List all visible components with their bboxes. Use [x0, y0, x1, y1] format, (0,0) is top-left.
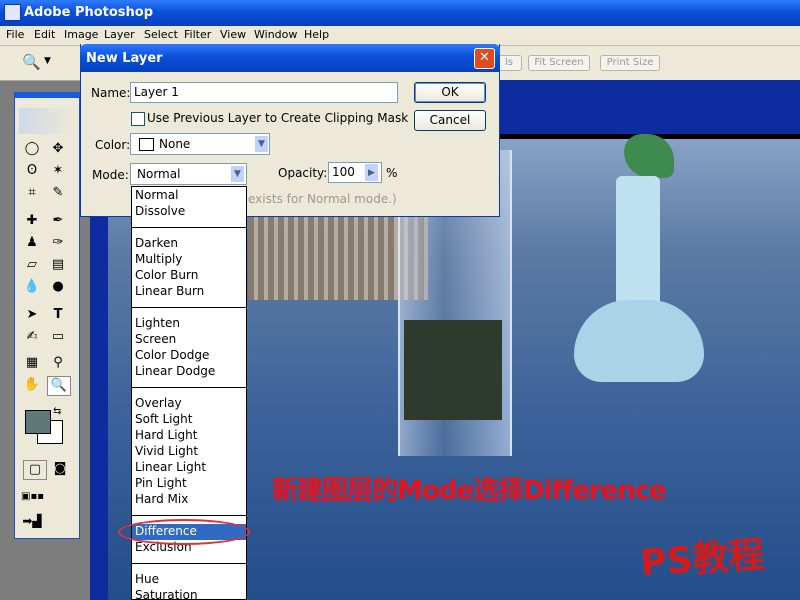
- eyedropper-icon[interactable]: ⚲: [47, 354, 69, 372]
- menu-filter[interactable]: Filter: [184, 28, 211, 41]
- move-tool-icon[interactable]: ✥: [47, 140, 69, 158]
- name-input[interactable]: Layer 1: [130, 82, 398, 103]
- mode-option[interactable]: Screen: [135, 332, 176, 346]
- separator: [132, 563, 246, 564]
- menu-view[interactable]: View: [220, 28, 246, 41]
- mode-option[interactable]: Linear Light: [135, 460, 206, 474]
- ok-button[interactable]: OK: [414, 82, 486, 103]
- feather-logo: [19, 108, 75, 134]
- blur-tool-icon[interactable]: 💧: [21, 278, 43, 296]
- mode-option[interactable]: Hard Light: [135, 428, 197, 442]
- clone-stamp-icon[interactable]: ♟: [21, 234, 43, 252]
- watermark-logo: PS教程: [638, 534, 766, 585]
- zoom-tool-icon[interactable]: 🔍: [47, 376, 71, 396]
- mode-option[interactable]: Linear Burn: [135, 284, 204, 298]
- fit-screen-button[interactable]: Fit Screen: [528, 55, 590, 71]
- eraser-tool-icon[interactable]: ▱: [21, 256, 43, 274]
- type-tool-icon[interactable]: T: [47, 306, 69, 324]
- color-label: Color:: [95, 138, 131, 152]
- healing-brush-icon[interactable]: ✚: [21, 212, 43, 230]
- opacity-label: Opacity:: [278, 166, 328, 180]
- menu-image[interactable]: Image: [64, 28, 98, 41]
- name-label: Name:: [91, 86, 131, 100]
- chevron-right-icon[interactable]: ▶: [364, 163, 379, 182]
- mode-label: Mode:: [92, 168, 129, 182]
- mode-option[interactable]: Saturation: [135, 588, 198, 599]
- magic-wand-icon[interactable]: ✶: [47, 162, 69, 180]
- photoshop-app-icon: [4, 4, 21, 21]
- mode-option[interactable]: Overlay: [135, 396, 182, 410]
- annotation-caption: 新建图层的Mode选择Difference: [272, 476, 667, 506]
- mode-option[interactable]: Hard Mix: [135, 492, 188, 506]
- hand-tool-icon[interactable]: ✋: [21, 376, 43, 394]
- marquee-tool-icon[interactable]: ◯: [21, 140, 43, 158]
- brush-tool-icon[interactable]: ✒: [47, 212, 69, 230]
- photo-vase-body: [574, 300, 704, 382]
- color-select[interactable]: None ▼: [130, 133, 270, 155]
- jump-to-imageready-icon[interactable]: ➡▟: [21, 512, 43, 530]
- mode-option[interactable]: Hue: [135, 572, 159, 586]
- mode-option[interactable]: Linear Dodge: [135, 364, 215, 378]
- color-select-value: None: [159, 137, 191, 151]
- mode-option[interactable]: Color Burn: [135, 268, 198, 282]
- clipping-mask-checkbox[interactable]: [131, 112, 145, 126]
- swap-colors-icon[interactable]: ⇆: [53, 406, 61, 417]
- menu-edit[interactable]: Edit: [34, 28, 55, 41]
- cancel-button[interactable]: Cancel: [414, 110, 486, 131]
- standard-mode-icon[interactable]: ▢: [23, 460, 47, 480]
- pen-tool-icon[interactable]: ✍: [21, 328, 43, 346]
- path-selection-icon[interactable]: ➤: [21, 306, 43, 324]
- highlight-ellipse: [118, 519, 250, 545]
- toolbox: ◯ ✥ ʘ ✶ ⌗ ✎ ✚ ✒ ♟ ✑ ▱ ▤ 💧 ● ➤ T ✍ ▭ ▦ ⚲ …: [14, 92, 80, 539]
- gradient-tool-icon[interactable]: ▤: [47, 256, 69, 274]
- chevron-down-icon[interactable]: ▼: [254, 135, 269, 153]
- color-swatch-icon: [139, 138, 154, 151]
- print-size-button[interactable]: Print Size: [600, 55, 660, 71]
- notes-tool-icon[interactable]: ▦: [21, 354, 43, 372]
- lasso-tool-icon[interactable]: ʘ: [21, 162, 43, 180]
- mode-option[interactable]: Dissolve: [135, 204, 185, 218]
- chevron-down-icon[interactable]: ▼: [230, 165, 245, 183]
- mode-option[interactable]: Color Dodge: [135, 348, 209, 362]
- shape-tool-icon[interactable]: ▭: [47, 328, 69, 346]
- foreground-color-swatch-top[interactable]: [25, 410, 51, 434]
- menu-file[interactable]: File: [6, 28, 24, 41]
- mode-option[interactable]: Pin Light: [135, 476, 187, 490]
- menu-window[interactable]: Window: [254, 28, 297, 41]
- mode-option[interactable]: Vivid Light: [135, 444, 198, 458]
- menu-help[interactable]: Help: [304, 28, 329, 41]
- mode-option[interactable]: Lighten: [135, 316, 180, 330]
- screen-mode-icon[interactable]: ▣▪▪: [21, 488, 44, 506]
- app-title: Adobe Photoshop: [24, 5, 154, 20]
- mode-option[interactable]: Multiply: [135, 252, 182, 266]
- menu-layer[interactable]: Layer: [104, 28, 135, 41]
- close-icon[interactable]: ✕: [474, 48, 495, 69]
- separator: [132, 515, 246, 516]
- mode-select-value: Normal: [137, 167, 181, 181]
- clipping-mask-label: Use Previous Layer to Create Clipping Ma…: [147, 111, 409, 125]
- mode-option[interactable]: Normal: [135, 188, 178, 202]
- separator: [132, 387, 246, 388]
- chevron-down-icon[interactable]: ▼: [44, 56, 51, 66]
- menu-select[interactable]: Select: [144, 28, 178, 41]
- dialog-title: New Layer: [86, 51, 163, 66]
- mode-hint-text: exists for Normal mode.): [248, 192, 397, 206]
- photo-vase-neck: [616, 176, 660, 316]
- separator: [132, 227, 246, 228]
- slice-tool-icon[interactable]: ✎: [47, 184, 69, 202]
- zoom-tool-icon[interactable]: 🔍: [22, 53, 41, 71]
- photo-tea-leaves: [404, 320, 502, 420]
- mode-select[interactable]: Normal ▼: [130, 163, 247, 185]
- quick-mask-icon[interactable]: ◙: [49, 460, 71, 478]
- mode-option[interactable]: Soft Light: [135, 412, 192, 426]
- opacity-unit: %: [386, 166, 398, 180]
- history-brush-icon[interactable]: ✑: [47, 234, 69, 252]
- mode-option[interactable]: Darken: [135, 236, 178, 250]
- crop-tool-icon[interactable]: ⌗: [21, 184, 43, 202]
- dodge-tool-icon[interactable]: ●: [47, 278, 69, 296]
- separator: [132, 307, 246, 308]
- menu-bar: File Edit Image Layer Select Filter View…: [0, 26, 800, 46]
